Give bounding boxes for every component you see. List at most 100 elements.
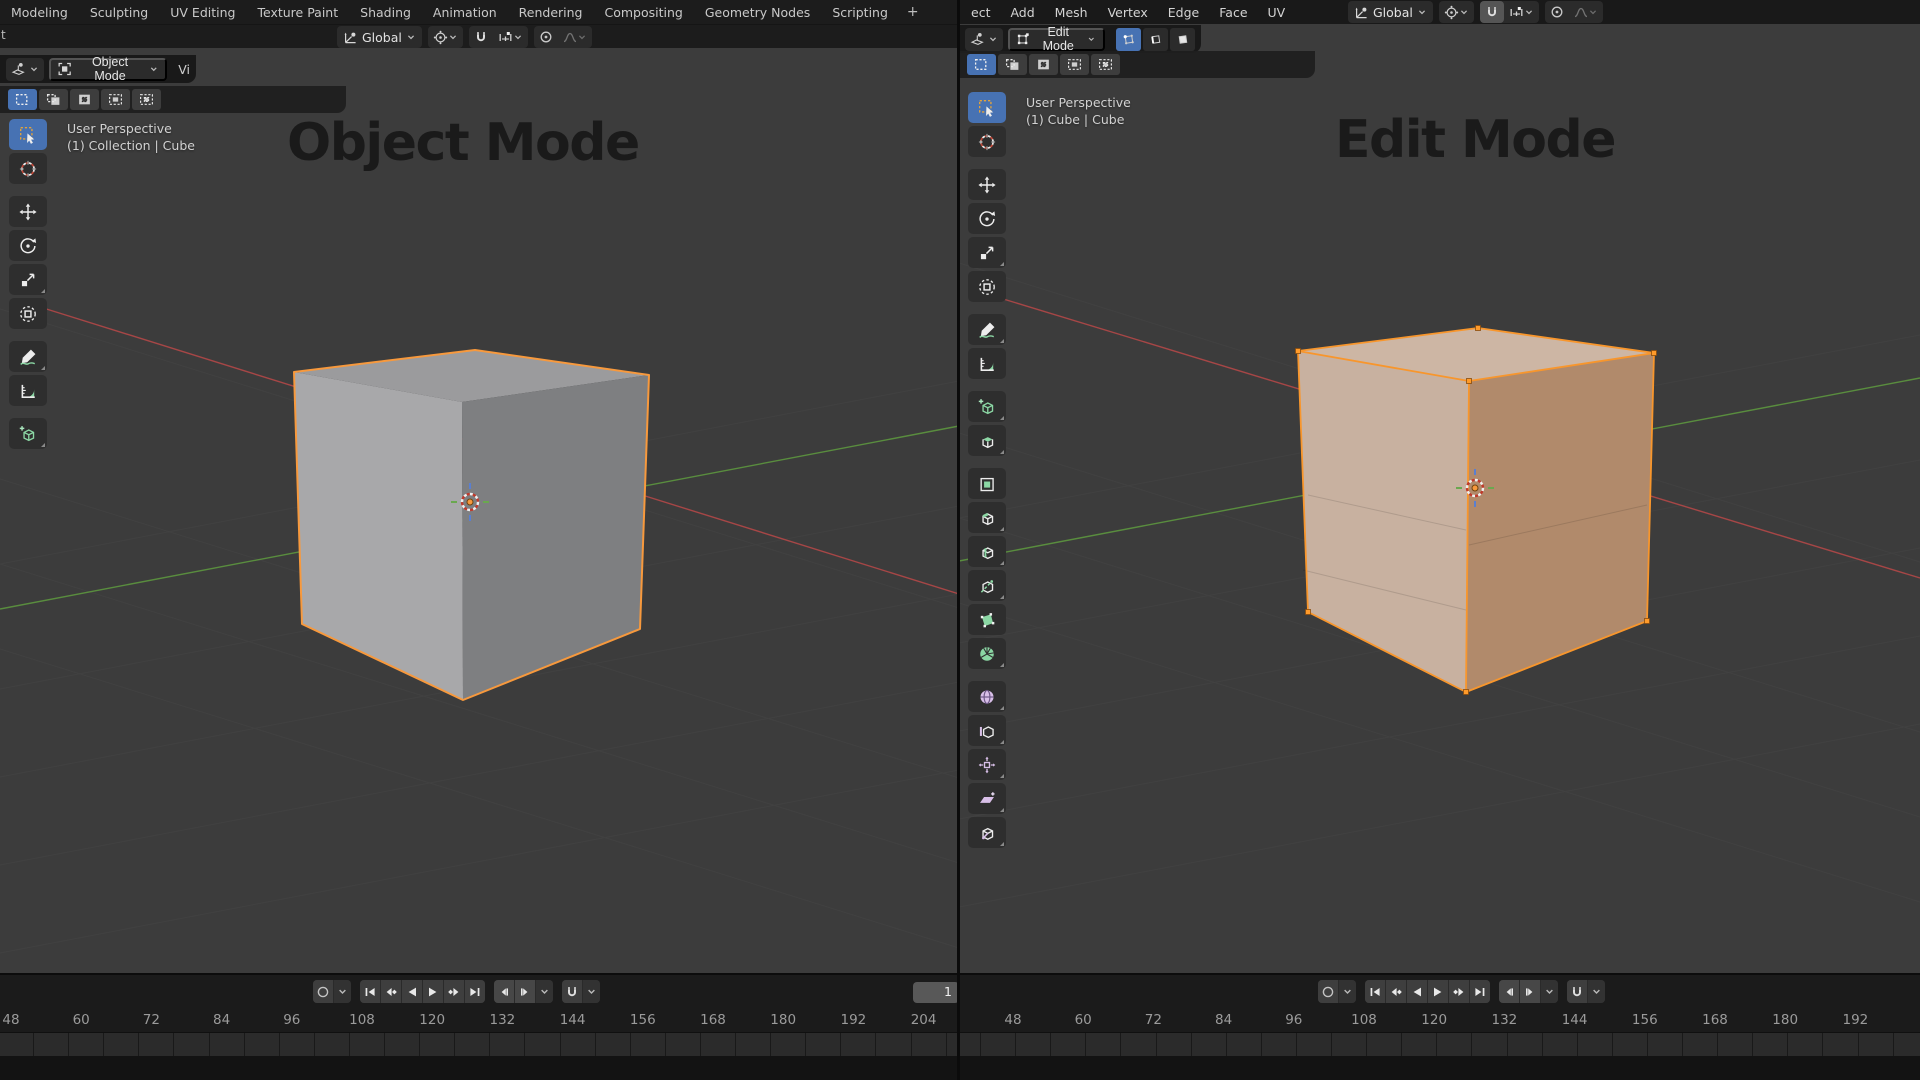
menu-vertex[interactable]: Vertex [1098,5,1158,20]
select-mode-set[interactable] [967,54,996,75]
measure-tool[interactable] [968,348,1006,379]
workspace-tab-shading[interactable]: Shading [349,5,422,20]
menu-mesh[interactable]: Mesh [1045,5,1098,20]
menu-ect[interactable]: ect [961,5,1000,20]
jump-to-start-button[interactable] [360,980,381,1003]
mode-dropdown[interactable]: Edit Mode [1008,28,1105,51]
menu-add[interactable]: Add [1000,5,1044,20]
mode-dropdown[interactable]: Object Mode [49,58,167,81]
pivot-point-button[interactable] [1439,1,1474,23]
previous-frame-button[interactable] [1499,980,1520,1003]
knife-tool[interactable] [968,570,1006,601]
cube-object[interactable] [294,350,649,700]
annotate-tool[interactable] [9,341,47,372]
play-button[interactable] [1428,980,1449,1003]
edge-select-mode[interactable] [1143,28,1168,51]
timeline-track-area[interactable] [0,1032,959,1056]
move-tool[interactable] [9,196,47,227]
select-mode-extend[interactable] [998,54,1027,75]
auto-keying-options[interactable] [1339,980,1356,1003]
transform-tool[interactable] [9,298,47,329]
workspace-tab-compositing[interactable]: Compositing [594,5,694,20]
shrink-fatten-tool[interactable] [968,749,1006,780]
rip-region-tool[interactable] [968,817,1006,848]
poly-build-tool[interactable] [968,604,1006,635]
editor-type-dropdown[interactable] [965,28,1003,51]
pivot-point-button[interactable] [428,26,463,48]
menu-uv[interactable]: UV [1258,5,1296,20]
rotate-tool[interactable] [968,203,1006,234]
timeline-snap-options[interactable] [1588,980,1605,1003]
snap-settings-dropdown[interactable] [1504,1,1539,23]
previous-keyframe-button[interactable] [1386,980,1407,1003]
auto-keying-options[interactable] [334,980,351,1003]
auto-keying-button[interactable] [1318,980,1339,1003]
cursor-tool[interactable] [968,126,1006,157]
add-workspace-button[interactable]: + [899,4,927,20]
select-mode-intersect[interactable] [132,89,161,110]
timeline-track-area[interactable] [959,1032,1920,1056]
proportional-falloff-dropdown[interactable] [1569,1,1603,23]
viewport-3d-object-mode[interactable]: Object Mode Vi User Perspective (1) Coll… [0,49,959,973]
current-frame-field[interactable]: 1 [913,982,959,1003]
transform-orientation-dropdown[interactable]: Global [1348,1,1433,23]
smooth-tool[interactable] [968,681,1006,712]
add-cube-tool[interactable] [968,391,1006,422]
menu-edge[interactable]: Edge [1158,5,1209,20]
cursor-tool[interactable] [9,153,47,184]
timeline-ruler[interactable]: 4860728496108120132144156168180192204 [0,1008,959,1032]
rotate-tool[interactable] [9,230,47,261]
workspace-tab-sculpting[interactable]: Sculpting [79,5,159,20]
scale-tool[interactable] [9,264,47,295]
spin-tool[interactable] [968,638,1006,669]
workspace-tab-modeling[interactable]: Modeling [0,5,79,20]
scale-tool[interactable] [968,237,1006,268]
play-button[interactable] [423,980,444,1003]
transform-orientation-dropdown[interactable]: Global [337,26,422,48]
jump-to-end-button[interactable] [1470,980,1490,1003]
inset-faces-tool[interactable] [968,468,1006,499]
proportional-falloff-dropdown[interactable] [558,26,592,48]
workspace-tab-uv-editing[interactable]: UV Editing [159,5,246,20]
move-tool[interactable] [968,169,1006,200]
select-mode-extend[interactable] [39,89,68,110]
select-box-tool[interactable] [9,119,47,150]
loop-cut-tool[interactable] [968,536,1006,567]
previous-frame-button[interactable] [494,980,515,1003]
workspace-tab-animation[interactable]: Animation [422,5,508,20]
measure-tool[interactable] [9,375,47,406]
select-mode-intersect[interactable] [1091,54,1120,75]
snap-settings-dropdown[interactable] [493,26,528,48]
viewport-3d-edit-mode[interactable]: Edit Mode User Perspective (1) Cube | Cu… [959,25,1920,973]
select-mode-subtract[interactable] [70,89,99,110]
timeline-snap-options[interactable] [583,980,600,1003]
transform-tool[interactable] [968,271,1006,302]
play-reverse-button[interactable] [1407,980,1428,1003]
select-mode-invert[interactable] [1060,54,1089,75]
play-reverse-button[interactable] [402,980,423,1003]
auto-keying-button[interactable] [313,980,334,1003]
jump-to-start-button[interactable] [1365,980,1386,1003]
vertex-select-mode[interactable] [1116,28,1141,51]
select-mode-set[interactable] [8,89,37,110]
annotate-tool[interactable] [968,314,1006,345]
timeline-ruler[interactable]: 4860728496108120132144156168180192 [959,1008,1920,1032]
proportional-edit-toggle[interactable] [534,26,558,48]
next-keyframe-button[interactable] [444,980,465,1003]
timeline-snap-button[interactable] [1567,980,1588,1003]
proportional-edit-toggle[interactable] [1545,1,1569,23]
workspace-tab-rendering[interactable]: Rendering [508,5,594,20]
bevel-tool[interactable] [968,502,1006,533]
workspace-tab-geometry-nodes[interactable]: Geometry Nodes [694,5,821,20]
select-mode-invert[interactable] [101,89,130,110]
previous-keyframe-button[interactable] [381,980,402,1003]
extrude-region-tool[interactable] [968,425,1006,456]
timeline-snap-button[interactable] [562,980,583,1003]
next-frame-button[interactable] [1520,980,1541,1003]
add-cube-tool[interactable] [9,418,47,449]
playback-options[interactable] [1541,980,1558,1003]
snap-toggle-button[interactable] [469,26,493,48]
view-menu-truncated[interactable]: Vi [178,62,190,77]
jump-to-end-button[interactable] [465,980,485,1003]
menu-face[interactable]: Face [1209,5,1257,20]
